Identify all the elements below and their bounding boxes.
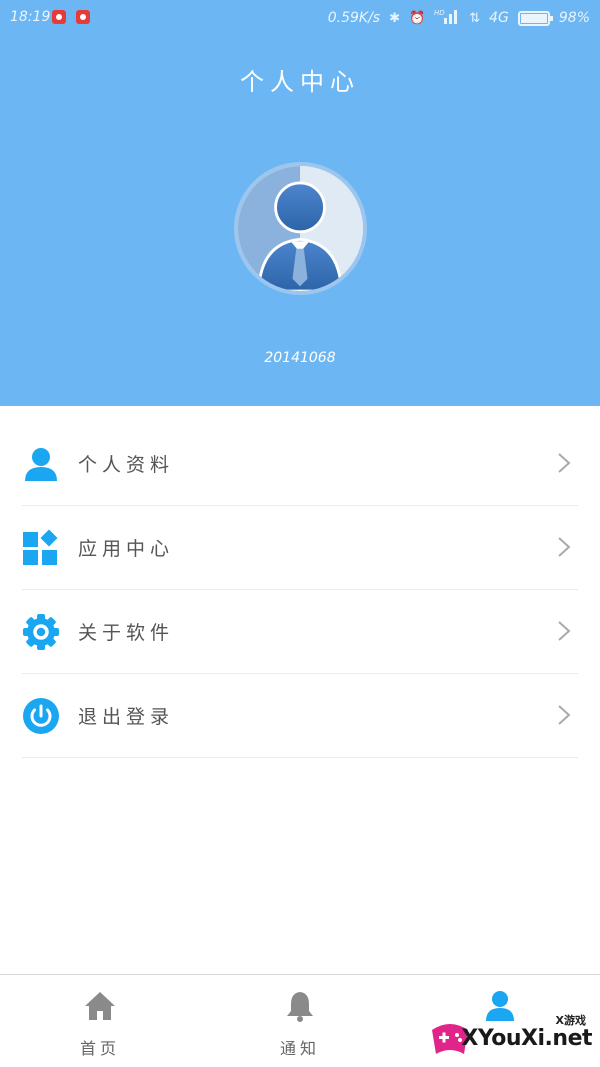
chevron-right-icon — [556, 704, 572, 726]
watermark-text: XYouXi.net — [461, 1026, 592, 1051]
user-id: 20141068 — [264, 350, 336, 366]
tab-label: 首页 — [79, 1039, 120, 1058]
tab-home[interactable]: 首页 — [0, 989, 200, 1059]
menu-item-logout[interactable]: 退出登录 — [22, 674, 578, 758]
battery-icon — [517, 10, 553, 26]
power-icon — [22, 697, 60, 735]
bell-icon — [287, 992, 313, 1022]
svg-text:HD: HD — [434, 9, 445, 17]
chevron-right-icon — [556, 452, 572, 474]
status-bar: 18:19 0.59K/s ✱ ⏰ HD ⇅ 4G 98% — [0, 0, 600, 34]
apps-icon — [22, 529, 60, 567]
menu-item-about[interactable]: 关于软件 — [22, 590, 578, 674]
menu-item-profile[interactable]: 个人资料 — [22, 422, 578, 506]
gear-icon — [22, 613, 60, 651]
profile-menu: 个人资料 应用中心 关于软件 退出登录 — [0, 422, 600, 758]
watermark: X游戏 XYouXi.net — [424, 1008, 600, 1067]
chevron-right-icon — [556, 620, 572, 642]
network-type: 4G — [489, 10, 509, 26]
menu-item-label: 个人资料 — [78, 454, 175, 476]
page-title: 个人中心 — [240, 68, 360, 96]
battery-level: 98% — [558, 10, 590, 26]
data-arrows-icon: ⇅ — [469, 10, 481, 26]
status-indicators: 0.59K/s ✱ ⏰ HD ⇅ 4G 98% — [328, 8, 590, 28]
signal-icon: HD — [434, 8, 460, 28]
bluetooth-icon: ✱ — [389, 10, 401, 26]
alarm-icon: ⏰ — [409, 10, 426, 26]
profile-header: 个人中心 20141068 — [0, 34, 600, 406]
notification-icon — [52, 10, 66, 24]
chevron-right-icon — [556, 536, 572, 558]
tab-label: 通知 — [279, 1039, 320, 1058]
home-icon — [85, 992, 115, 1020]
notification-icon — [76, 10, 90, 24]
person-icon — [22, 445, 60, 483]
menu-item-apps[interactable]: 应用中心 — [22, 506, 578, 590]
network-speed: 0.59K/s — [327, 10, 381, 26]
tab-notifications[interactable]: 通知 — [200, 989, 400, 1059]
avatar[interactable] — [234, 162, 367, 295]
status-time: 18:19 — [10, 9, 51, 25]
menu-item-label: 应用中心 — [78, 538, 175, 560]
menu-item-label: 关于软件 — [78, 622, 175, 644]
menu-item-label: 退出登录 — [78, 706, 175, 728]
